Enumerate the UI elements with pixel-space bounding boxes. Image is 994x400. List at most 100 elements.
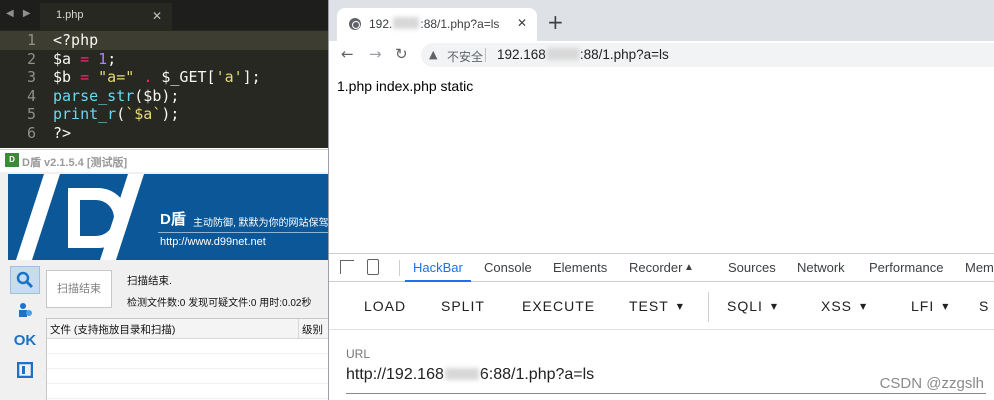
lfi-dropdown[interactable]: LFI ▼: [911, 298, 949, 314]
insecure-label[interactable]: 不安全: [447, 48, 483, 65]
dshield-logo-icon: D: [5, 153, 19, 167]
tab-sources[interactable]: Sources: [728, 260, 776, 275]
caret-down-icon: ▼: [860, 302, 868, 311]
xss-dropdown[interactable]: XSS ▼: [821, 298, 867, 314]
code-line[interactable]: 2 $a = 1;: [0, 50, 330, 69]
ok-icon[interactable]: OK: [10, 326, 40, 354]
line-number: 5: [26, 105, 36, 123]
code-token: $b: [53, 68, 81, 86]
close-icon[interactable]: ✕: [152, 9, 162, 23]
editor-tabbar: ◀ ▶ 1.php ✕: [0, 0, 330, 30]
code-text: print_r(`$a`);: [36, 105, 179, 124]
dshield-slogan: 主动防御, 默默为你的网站保驾护航: [193, 218, 330, 229]
code-token: <?php: [53, 31, 99, 49]
hackbar-url-label: URL: [346, 347, 371, 361]
results-table-header: 文件 (支持拖放目录和扫描) 级别: [47, 319, 329, 339]
code-token: ?>: [53, 123, 72, 142]
tab-performance[interactable]: Performance: [869, 260, 943, 275]
scan-button[interactable]: 扫描结束: [46, 270, 112, 308]
browser-tab-title: 192.:88/1.php?a=ls: [369, 17, 500, 31]
dshield-banner: D盾 主动防御, 默默为你的网站保驾护航 http://www.d99net.n…: [8, 174, 330, 260]
code-line[interactable]: 6 ?>: [0, 124, 330, 143]
code-token: $a: [53, 49, 81, 68]
line-number: 2: [26, 49, 36, 68]
dshield-url[interactable]: http://www.d99net.net: [160, 236, 266, 248]
back-icon[interactable]: ←: [341, 45, 354, 63]
tab-elements[interactable]: Elements: [553, 260, 607, 275]
more-dropdown[interactable]: S: [979, 298, 989, 314]
load-button[interactable]: LOAD: [364, 298, 406, 314]
code-line[interactable]: 3 $b = "a=" . $_GET['a'];: [0, 68, 330, 87]
code-token: .: [143, 68, 153, 86]
code-token: ;: [107, 49, 117, 68]
watermark: CSDN @zzgslh: [879, 375, 984, 392]
code-text: <?php: [36, 31, 98, 50]
code-token: ($b);: [134, 86, 180, 105]
line-number: 6: [26, 123, 36, 142]
tab-hackbar[interactable]: HackBar: [413, 260, 463, 275]
dshield-titlebar: D D盾 v2.1.5.4 [测试版]: [0, 150, 330, 172]
dshield-brand: D盾: [160, 211, 186, 228]
url-field-underline: [346, 393, 986, 394]
tab-recorder[interactable]: Recorder: [629, 260, 682, 275]
table-row: [47, 369, 329, 384]
code-token: 1: [98, 49, 108, 68]
close-icon[interactable]: ✕: [517, 16, 527, 30]
globe-icon: [349, 18, 361, 30]
line-number: 4: [26, 86, 36, 105]
code-text: $a = 1;: [36, 50, 116, 69]
column-file[interactable]: 文件 (支持拖放目录和扫描): [47, 319, 299, 338]
scan-stats: 检测文件数:0 发现可疑文件:0 用时:0.02秒: [127, 298, 312, 309]
page-output: 1.php index.php static: [337, 78, 474, 94]
forward-icon[interactable]: →: [369, 45, 382, 63]
tab-console[interactable]: Console: [484, 260, 532, 275]
sqli-dropdown[interactable]: SQLI ▼: [727, 298, 778, 314]
hackbar-toolbar: LOAD SPLIT EXECUTE TEST ▼ SQLI ▼ XSS ▼ LFI ▼…: [329, 282, 994, 330]
dshield-sidebar: OK: [8, 266, 42, 386]
code-line[interactable]: 5 print_r(`$a`);: [0, 105, 330, 124]
code-token: ];: [242, 68, 261, 86]
table-row: [47, 384, 329, 399]
devtools-divider: [399, 260, 400, 276]
results-table[interactable]: 文件 (支持拖放目录和扫描) 级别: [46, 318, 330, 400]
window-icon[interactable]: [10, 356, 40, 384]
test-dropdown[interactable]: TEST ▼: [629, 298, 684, 314]
device-toggle-icon[interactable]: [367, 259, 379, 275]
tab-network[interactable]: Network: [797, 260, 845, 275]
code-token: =: [80, 49, 90, 68]
process-icon[interactable]: [10, 296, 40, 324]
browser-tab[interactable]: 192.:88/1.php?a=ls ✕: [337, 8, 537, 41]
scan-icon[interactable]: [10, 266, 40, 294]
new-tab-button[interactable]: +: [547, 10, 564, 34]
execute-button[interactable]: EXECUTE: [522, 298, 595, 314]
code-line[interactable]: 4 parse_str($b);: [0, 87, 330, 106]
dshield-title: D盾 v2.1.5.4 [测试版]: [22, 157, 128, 169]
tab-nav-arrows-icon[interactable]: ◀ ▶: [6, 8, 34, 19]
code-editor: ◀ ▶ 1.php ✕ 1 <?php 2 $a = 1; 3 $b = "a=" . $…: [0, 0, 330, 148]
browser-tabstrip: 192.:88/1.php?a=ls ✕ +: [329, 0, 994, 41]
code-text: parse_str($b);: [36, 87, 179, 106]
editor-tab[interactable]: 1.php ✕: [40, 3, 172, 30]
split-button[interactable]: SPLIT: [441, 298, 485, 314]
editor-code[interactable]: 1 <?php 2 $a = 1; 3 $b = "a=" . $_GET['a']; 4 p…: [0, 30, 330, 142]
code-token: $_GET[: [152, 68, 216, 86]
column-level[interactable]: 级别: [299, 319, 323, 338]
hackbar-url-field[interactable]: http://192.168 6:88/1.php?a=ls: [346, 366, 594, 384]
table-row: [47, 354, 329, 369]
code-token: print_r: [53, 105, 117, 123]
browser-window: 192.:88/1.php?a=ls ✕ + ← → ↻ ▲ 不安全 192.1…: [328, 0, 994, 400]
code-text: $b = "a=" . $_GET['a'];: [36, 68, 261, 87]
address-bar[interactable]: ▲ 不安全 192.168:88/1.php?a=ls: [421, 43, 994, 67]
tab-memory[interactable]: Mem: [965, 260, 994, 275]
reload-icon[interactable]: ↻: [395, 45, 408, 63]
omnibox-divider: [485, 48, 486, 62]
code-line[interactable]: 1 <?php: [0, 31, 330, 50]
warning-icon[interactable]: ▲: [429, 48, 437, 61]
inspect-icon[interactable]: [340, 260, 354, 274]
address-url[interactable]: 192.168:88/1.php?a=ls: [497, 47, 669, 62]
code-token: `$a`: [125, 105, 162, 123]
code-text: ?>: [36, 124, 71, 143]
banner-divider: [158, 232, 330, 233]
